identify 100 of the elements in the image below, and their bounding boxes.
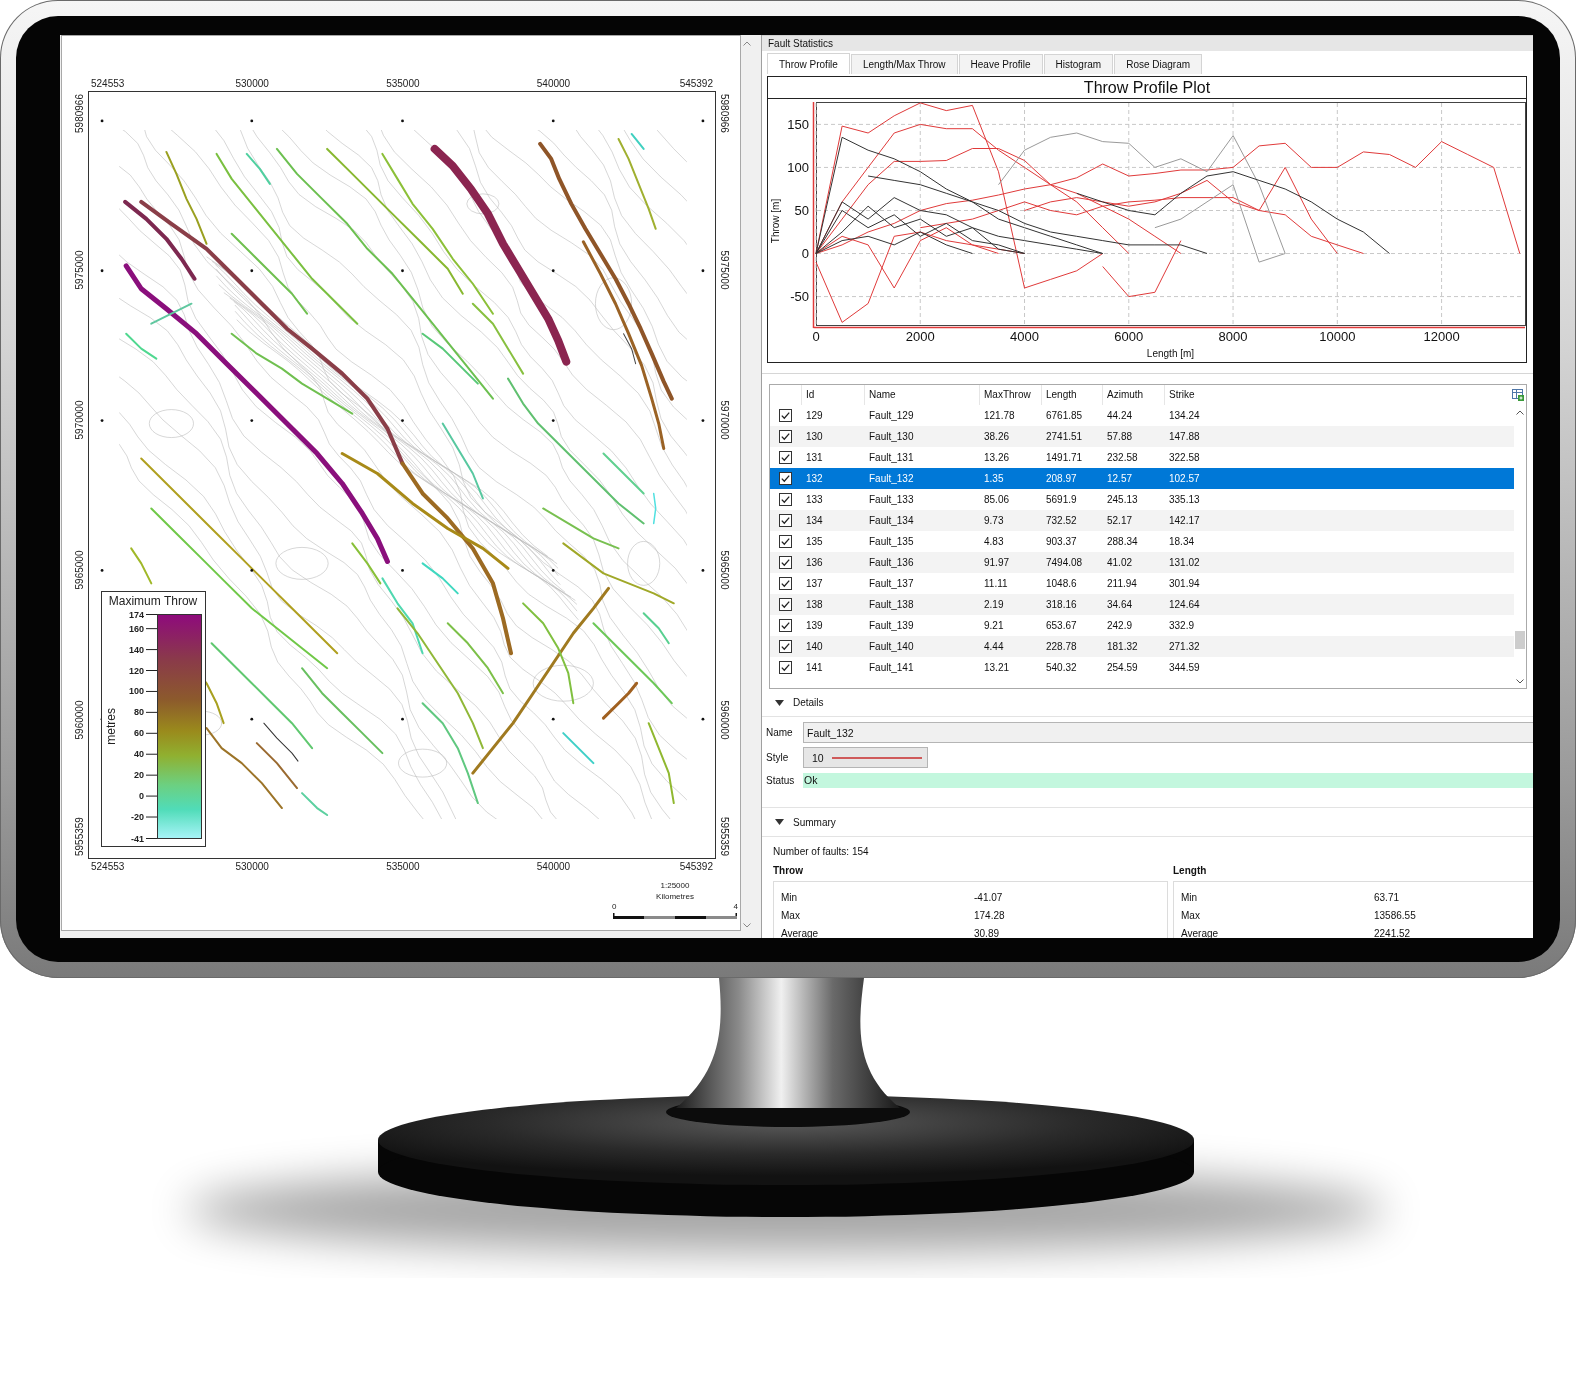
legend-tick-label: 160 xyxy=(128,623,144,634)
table-cell-text: 903.37 xyxy=(1045,536,1078,547)
table-cell-text: Fault_132 xyxy=(868,473,915,484)
group-title: Length xyxy=(1173,864,1207,878)
field-label: Status xyxy=(765,775,796,786)
table-cell-text: 9.73 xyxy=(983,515,1005,526)
table-cell-text: 139 xyxy=(805,620,824,631)
table-cell-text: 208.97 xyxy=(1045,473,1078,484)
table-cell-text: 7494.08 xyxy=(1045,557,1084,568)
table-cell-text: 1048.6 xyxy=(1045,578,1078,589)
table-cell-text: 52.17 xyxy=(1106,515,1134,526)
table-cell-text: 44.24 xyxy=(1106,410,1134,421)
table-cell-text: 653.67 xyxy=(1045,620,1078,631)
y-tick-label: 100 xyxy=(787,159,809,175)
table-cell-text: 133 xyxy=(805,494,824,505)
table-cell-text: 147.88 xyxy=(1168,431,1201,442)
table-cell-text: 301.94 xyxy=(1168,578,1201,589)
table-cell-text: Fault_139 xyxy=(868,620,915,631)
y-axis-title: Throw [m] xyxy=(770,198,781,244)
chart-title: Throw Profile Plot xyxy=(768,77,1526,99)
table-cell-text: Fault_135 xyxy=(868,536,915,547)
table-cell-text: 2741.51 xyxy=(1045,431,1084,442)
y-tick-label: -50 xyxy=(790,289,809,305)
legend-tick-label: 20 xyxy=(134,770,144,781)
easting-label: 545392 xyxy=(679,78,713,89)
legend-tick-label: 120 xyxy=(128,665,144,676)
table-cell-text: 13.26 xyxy=(983,452,1011,463)
northing-label: 5980966 xyxy=(74,94,85,133)
fault-count-text: Number of faults: 154 xyxy=(773,846,869,857)
table-cell-text: 85.06 xyxy=(983,494,1011,505)
table-cell-text: 34.64 xyxy=(1106,599,1134,610)
x-tick-label: 0 xyxy=(812,329,820,344)
table-cell-text: 138 xyxy=(805,599,824,610)
legend-tick-label: 60 xyxy=(134,728,144,739)
stat-label: Min xyxy=(1181,891,1198,903)
northing-label: 5970000 xyxy=(74,400,85,440)
northing-label: 5955359 xyxy=(74,817,85,856)
table-cell-text: 12.57 xyxy=(1106,473,1134,484)
stat-value: 174.28 xyxy=(974,909,1005,921)
easting-label: 524553 xyxy=(91,861,125,872)
legend-tick-label: -41 xyxy=(131,833,144,844)
table-cell-text: 6761.85 xyxy=(1045,410,1084,421)
easting-label: 540000 xyxy=(536,78,571,89)
table-cell-text: 134.24 xyxy=(1168,410,1201,421)
stat-label: Average xyxy=(781,927,819,938)
x-tick-label: 8000 xyxy=(1218,329,1248,344)
easting-label: 545392 xyxy=(679,861,713,872)
table-cell-text: 540.32 xyxy=(1045,662,1078,673)
group-title: Throw xyxy=(773,864,803,878)
table-cell-text: 136 xyxy=(805,557,824,568)
table-cell-text: 140 xyxy=(805,641,824,652)
easting-label: 535000 xyxy=(386,861,420,872)
legend-tick-label: 80 xyxy=(134,707,144,718)
table-cell-text: 211.94 xyxy=(1106,578,1138,589)
table-cell-text: 38.26 xyxy=(983,431,1011,442)
table-cell-text: 245.13 xyxy=(1106,494,1139,505)
table-cell-text: Fault_133 xyxy=(868,494,915,505)
x-tick-label: 6000 xyxy=(1114,329,1144,344)
table-cell-text: 322.58 xyxy=(1168,452,1201,463)
table-cell-text: 242.9 xyxy=(1106,620,1134,631)
scale-start-label: 0 xyxy=(612,902,617,912)
easting-label: 535000 xyxy=(386,78,420,89)
legend-title: Maximum Throw xyxy=(107,593,199,610)
table-cell-text: 91.97 xyxy=(983,557,1011,568)
table-cell-text: 131.02 xyxy=(1168,557,1201,568)
table-cell-text: Fault_131 xyxy=(868,452,915,463)
stat-value: 30.89 xyxy=(974,927,1000,938)
northing-label: 5960000 xyxy=(719,700,730,740)
table-cell-text: 18.34 xyxy=(1168,536,1196,547)
table-cell-text: 124.64 xyxy=(1168,599,1201,610)
x-tick-label: 2000 xyxy=(905,329,935,344)
legend-tick-label: 174 xyxy=(128,609,144,620)
table-cell-text: 4.44 xyxy=(983,641,1005,652)
legend-unit-label: metres xyxy=(104,708,118,745)
table-cell-text: 135 xyxy=(805,536,824,547)
table-cell-text: 181.32 xyxy=(1106,641,1139,652)
easting-label: 530000 xyxy=(235,861,269,872)
x-tick-label: 12000 xyxy=(1423,329,1460,344)
table-cell-text: 232.58 xyxy=(1106,452,1139,463)
legend-tick-label: 100 xyxy=(128,686,144,697)
status-indicator: Ok xyxy=(803,773,1533,788)
table-cell-text: 344.59 xyxy=(1168,662,1201,673)
table-cell-text: 254.59 xyxy=(1106,662,1139,673)
y-tick-label: 150 xyxy=(787,116,809,132)
table-cell-text: 142.17 xyxy=(1168,515,1201,526)
stat-value: -41.07 xyxy=(974,891,1003,903)
table-cell-text: 335.13 xyxy=(1168,494,1201,505)
stat-value: 2241.52 xyxy=(1374,927,1411,938)
panel-title: Fault Statistics xyxy=(762,35,1533,51)
table-cell-text: 1.35 xyxy=(983,473,1005,484)
table-cell-text: 130 xyxy=(805,431,824,442)
legend-tick-label: 140 xyxy=(128,644,144,655)
table-cell-text: Fault_129 xyxy=(868,410,915,421)
northing-label: 5955359 xyxy=(719,817,730,856)
table-cell-text: 137 xyxy=(805,578,824,589)
legend-tick-label: 0 xyxy=(139,791,144,802)
stat-value: 13586.55 xyxy=(1374,909,1416,921)
table-cell-text: 134 xyxy=(805,515,824,526)
northing-label: 5965000 xyxy=(719,550,730,590)
table-cell-text: 9.21 xyxy=(983,620,1005,631)
